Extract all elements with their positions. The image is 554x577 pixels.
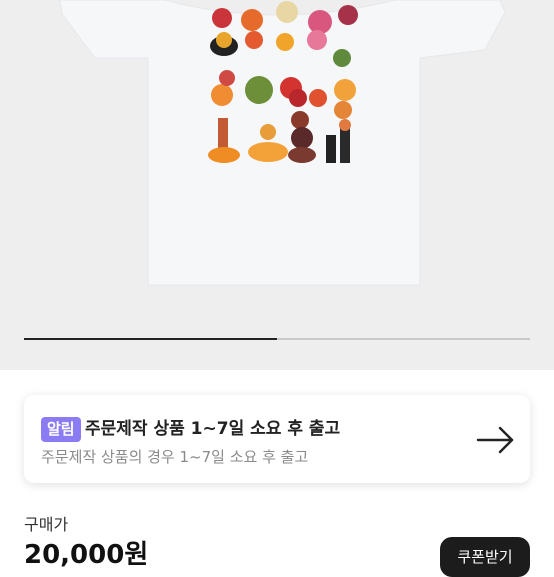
notice-title: 주문제작 상품 1~7일 소요 후 출고	[85, 419, 341, 439]
price-value: 20,000원	[24, 540, 149, 570]
gallery-progress-fill	[24, 338, 277, 340]
price-label: 구매가	[24, 515, 69, 534]
coupon-button[interactable]: 쿠폰받기	[440, 537, 530, 577]
shipping-notice-card[interactable]: 알림 주문제작 상품 1~7일 소요 후 출고 주문제작 상품의 경우 1~7일…	[24, 395, 530, 483]
product-image[interactable]	[0, 0, 554, 300]
gallery-progress-track	[24, 338, 530, 340]
notice-description: 주문제작 상품의 경우 1~7일 소요 후 출고	[41, 448, 309, 466]
arrow-right-icon[interactable]	[476, 425, 516, 455]
notice-badge: 알림	[41, 417, 81, 442]
product-image-gallery[interactable]	[0, 0, 554, 370]
